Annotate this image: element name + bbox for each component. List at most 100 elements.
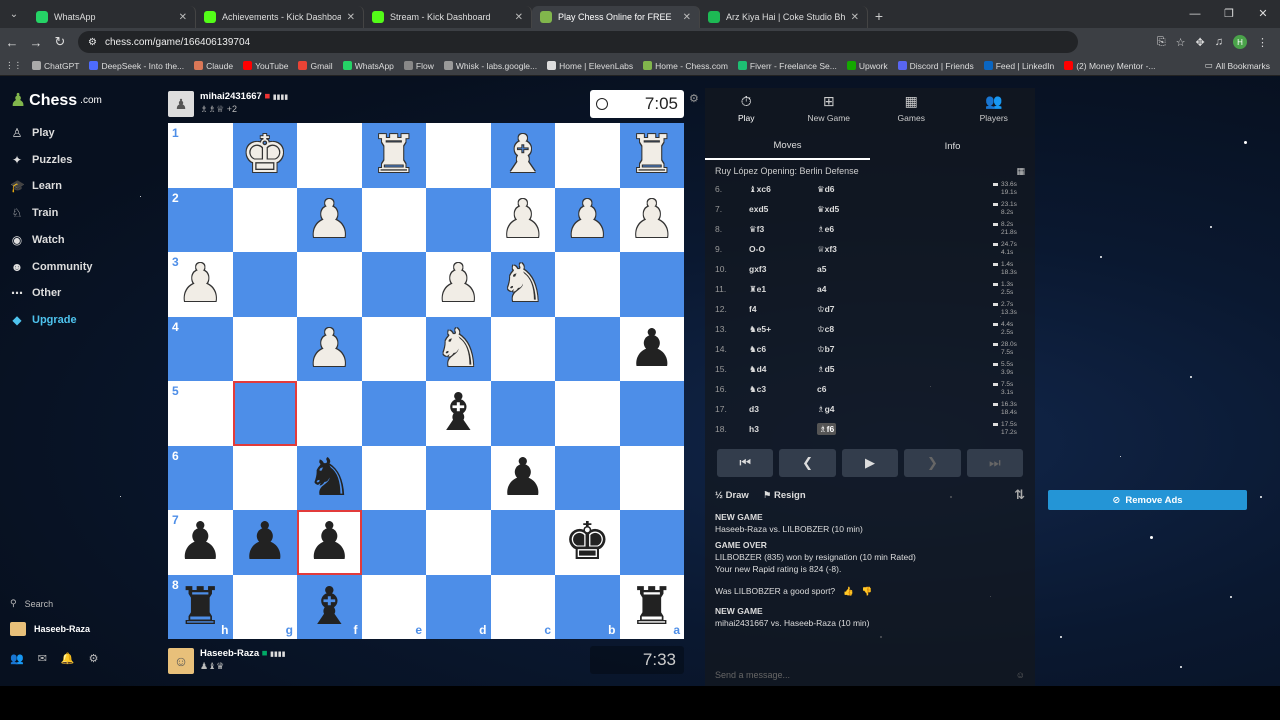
bookmark-item[interactable]: Gmail: [293, 61, 337, 71]
white-pawn-piece[interactable]: ♟: [306, 194, 353, 246]
bookmark-item[interactable]: Discord | Friends: [893, 61, 979, 71]
thumbs-down-icon[interactable]: 👎: [862, 585, 873, 597]
black-pawn-piece[interactable]: ♟: [241, 516, 288, 568]
sidebar-item-learn[interactable]: 🎓 Learn: [10, 179, 62, 193]
black-move[interactable]: ♗f6: [817, 422, 977, 435]
white-move[interactable]: ♞d4: [749, 364, 817, 375]
board-square[interactable]: [232, 252, 297, 317]
tab-search-icon[interactable]: ⌄: [0, 0, 28, 28]
thumbs-up-icon[interactable]: 👍: [843, 585, 854, 597]
url-field[interactable]: ⚙ chess.com/game/166406139704: [78, 31, 1078, 53]
sidebar-search[interactable]: ⚲ Search: [10, 598, 53, 609]
profile-avatar[interactable]: H: [1233, 35, 1247, 49]
sidebar-item-play[interactable]: ♙ Play: [10, 126, 55, 140]
board-square[interactable]: [297, 381, 362, 446]
board-square[interactable]: 6: [168, 445, 233, 510]
white-move[interactable]: ♝xc6: [749, 184, 817, 195]
board-square[interactable]: ♟: [297, 316, 362, 381]
browser-menu-icon[interactable]: ⋮: [1257, 36, 1268, 49]
board-square[interactable]: [426, 123, 491, 188]
board-square[interactable]: b: [555, 574, 620, 639]
board-square[interactable]: ♞: [426, 316, 491, 381]
back-icon[interactable]: ←: [0, 35, 24, 50]
white-knight-piece[interactable]: ♞: [499, 258, 546, 310]
board-square[interactable]: ♟: [619, 187, 684, 252]
board-square[interactable]: ♟: [232, 510, 297, 575]
white-move[interactable]: ♞c3: [749, 384, 817, 395]
black-pawn-piece[interactable]: ♟: [306, 516, 353, 568]
board-square[interactable]: 4: [168, 316, 233, 381]
install-app-icon[interactable]: ⎘: [1157, 36, 1166, 49]
board-square[interactable]: [619, 445, 684, 510]
reload-icon[interactable]: ↻: [48, 34, 72, 50]
white-move[interactable]: ♞e5+: [749, 324, 817, 335]
board-square[interactable]: [297, 123, 362, 188]
white-pawn-piece[interactable]: ♟: [628, 194, 675, 246]
board-square[interactable]: ♟: [619, 316, 684, 381]
apps-icon[interactable]: ⋮⋮: [0, 60, 27, 71]
board-square[interactable]: [361, 316, 426, 381]
browser-tab[interactable]: Arz Kiya Hai | Coke Studio Bhar ✕: [700, 6, 868, 28]
white-knight-piece[interactable]: ♞: [435, 323, 482, 375]
prev-move-button[interactable]: ❮: [779, 449, 836, 477]
white-move[interactable]: gxf3: [749, 264, 817, 274]
maximize-icon[interactable]: ❐: [1212, 0, 1246, 28]
white-move[interactable]: ♜e1: [749, 284, 817, 295]
board-square[interactable]: [619, 510, 684, 575]
board-square[interactable]: ♟: [297, 187, 362, 252]
sidebar-item-puzzles[interactable]: ✦ Puzzles: [10, 153, 72, 167]
black-pawn-piece[interactable]: ♟: [177, 516, 224, 568]
board-square[interactable]: [555, 252, 620, 317]
bookmark-item[interactable]: YouTube: [238, 61, 293, 71]
board-square[interactable]: [232, 316, 297, 381]
black-king-piece[interactable]: ♚: [564, 516, 611, 568]
bookmark-item[interactable]: Home - Chess.com: [638, 61, 733, 71]
black-move[interactable]: a5: [817, 264, 977, 274]
sidebar-item-watch[interactable]: ◉ Watch: [10, 233, 65, 247]
all-bookmarks[interactable]: ▭ All Bookmarks: [1200, 60, 1280, 71]
close-tab-icon[interactable]: ✕: [851, 12, 859, 23]
top-player-avatar[interactable]: ♟: [168, 91, 194, 117]
play-button[interactable]: ▶: [841, 449, 899, 477]
white-move[interactable]: h3: [749, 424, 817, 434]
board-square[interactable]: [361, 445, 426, 510]
panel-tab-new-game[interactable]: ⊞ New Game: [788, 88, 871, 128]
panel-tab-games[interactable]: ▦ Games: [870, 88, 953, 128]
board-square[interactable]: ♞: [297, 445, 362, 510]
board-square[interactable]: [555, 123, 620, 188]
board-square[interactable]: ♟: [490, 445, 555, 510]
board-square[interactable]: ♝: [490, 123, 555, 188]
bookmark-item[interactable]: DeepSeek - Into the...: [84, 61, 189, 71]
black-move[interactable]: ♗d5: [817, 364, 977, 375]
chess-board[interactable]: 1 ♚ ♜ ♝ ♜ 2 ♟ ♟ ♟ ♟ 3 ♟ ♟ ♞ 4 ♟ ♞ ♟ 5 ♝ 6 ♞ ♟ 7 ♟ ♟ ♟ ♚ 8 h ♜ g f ♝ e d c b a ♜: [168, 123, 684, 639]
bottom-player-name[interactable]: Haseeb-Raza ■ ▮▮▮▮: [200, 648, 286, 659]
last-move-button[interactable]: ⏭: [966, 449, 1024, 477]
notifications-icon[interactable]: 🔔: [61, 652, 75, 665]
tab-moves[interactable]: Moves: [705, 132, 870, 160]
board-square[interactable]: [232, 187, 297, 252]
sidebar-item-upgrade[interactable]: ◆ Upgrade: [10, 313, 76, 327]
black-move[interactable]: a4: [817, 284, 977, 294]
black-move[interactable]: ♔b7: [817, 344, 977, 355]
bookmark-item[interactable]: Claude: [189, 61, 238, 71]
white-move[interactable]: O-O: [749, 244, 817, 254]
board-square[interactable]: ♜: [361, 123, 426, 188]
board-square[interactable]: 3 ♟: [168, 252, 233, 317]
settings-gear-icon[interactable]: ⚙: [89, 652, 99, 665]
board-square[interactable]: 8 h ♜: [168, 574, 233, 639]
board-square[interactable]: [555, 381, 620, 446]
black-bishop-piece[interactable]: ♝: [435, 387, 482, 439]
black-rook-piece[interactable]: ♜: [628, 581, 675, 633]
white-king-piece[interactable]: ♚: [241, 129, 288, 181]
board-square[interactable]: [555, 316, 620, 381]
flip-board-icon[interactable]: ⇅: [1014, 487, 1025, 503]
black-rook-piece[interactable]: ♜: [177, 581, 224, 633]
white-move[interactable]: ♞c6: [749, 344, 817, 355]
board-square[interactable]: ♚: [555, 510, 620, 575]
white-rook-piece[interactable]: ♜: [370, 129, 417, 181]
black-pawn-piece[interactable]: ♟: [499, 452, 546, 504]
bookmark-item[interactable]: Feed | LinkedIn: [979, 61, 1059, 71]
board-square[interactable]: [490, 381, 555, 446]
board-square[interactable]: [232, 445, 297, 510]
bookmark-item[interactable]: ChatGPT: [27, 61, 84, 71]
